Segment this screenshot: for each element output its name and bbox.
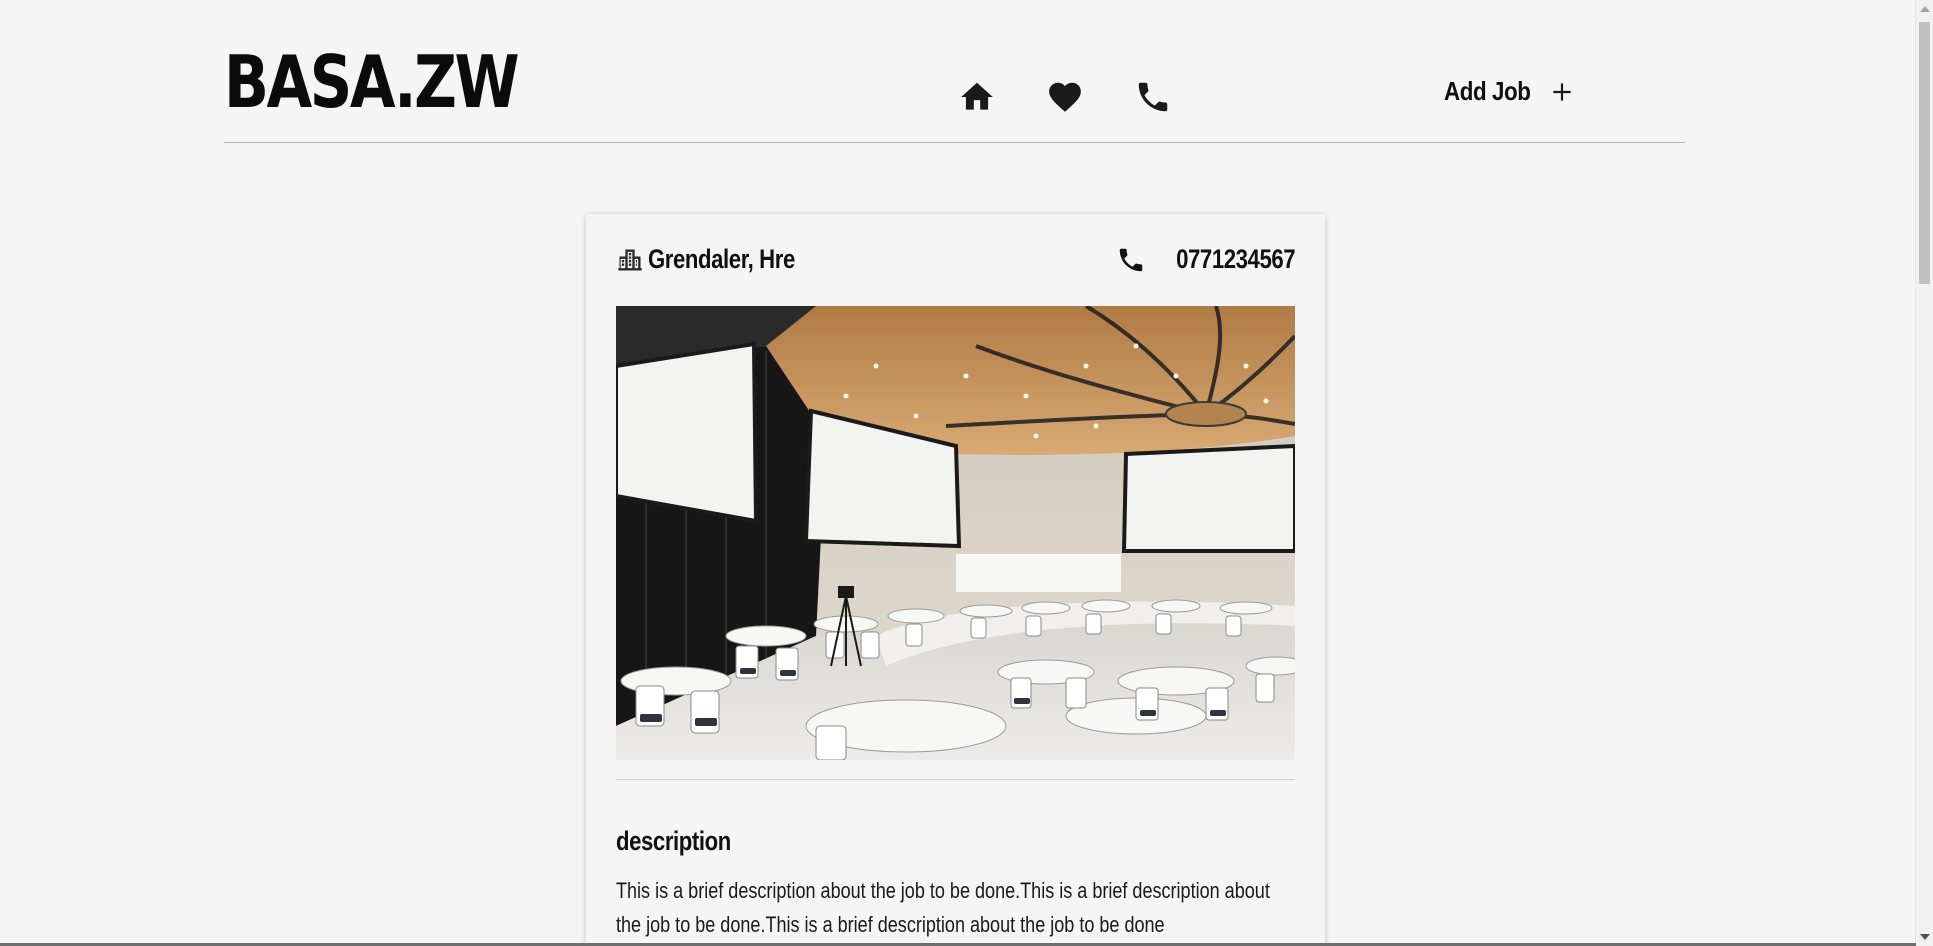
heart-icon[interactable] — [1046, 78, 1084, 116]
description-text: This is a brief description about the jo… — [616, 878, 1270, 937]
job-card-header: Grendaler, Hre 0771234567 — [616, 244, 1295, 284]
description-heading: description — [616, 826, 731, 856]
job-image — [616, 306, 1295, 760]
location-text: Grendaler, Hre — [648, 244, 795, 274]
phone-number: 0771234567 — [1175, 244, 1295, 274]
building-icon — [618, 249, 642, 270]
scroll-down-arrow-icon[interactable] — [1920, 934, 1930, 940]
main-nav — [958, 78, 1172, 116]
card-divider — [616, 779, 1295, 780]
conference-hall-illustration — [616, 306, 1295, 760]
phone-icon[interactable] — [1134, 78, 1172, 116]
job-phone[interactable]: 0771234567 — [1116, 244, 1295, 275]
scroll-up-arrow-icon[interactable] — [1920, 6, 1930, 12]
site-header: BASA.ZW Add Job — [224, 0, 1685, 143]
vertical-scrollbar[interactable] — [1915, 0, 1933, 946]
home-icon[interactable] — [958, 78, 996, 116]
scrollbar-thumb[interactable] — [1919, 22, 1930, 284]
page: BASA.ZW Add Job Grendaler, Hre 077123456… — [0, 0, 1933, 946]
add-job-label: Add Job — [1444, 76, 1531, 106]
job-location: Grendaler, Hre — [616, 244, 827, 275]
job-card: Grendaler, Hre 0771234567 description Th… — [586, 214, 1325, 946]
add-job-button[interactable]: Add Job — [1444, 76, 1575, 107]
phone-icon — [1119, 248, 1143, 271]
plus-icon — [1552, 82, 1571, 101]
site-logo[interactable]: BASA.ZW — [224, 44, 520, 120]
